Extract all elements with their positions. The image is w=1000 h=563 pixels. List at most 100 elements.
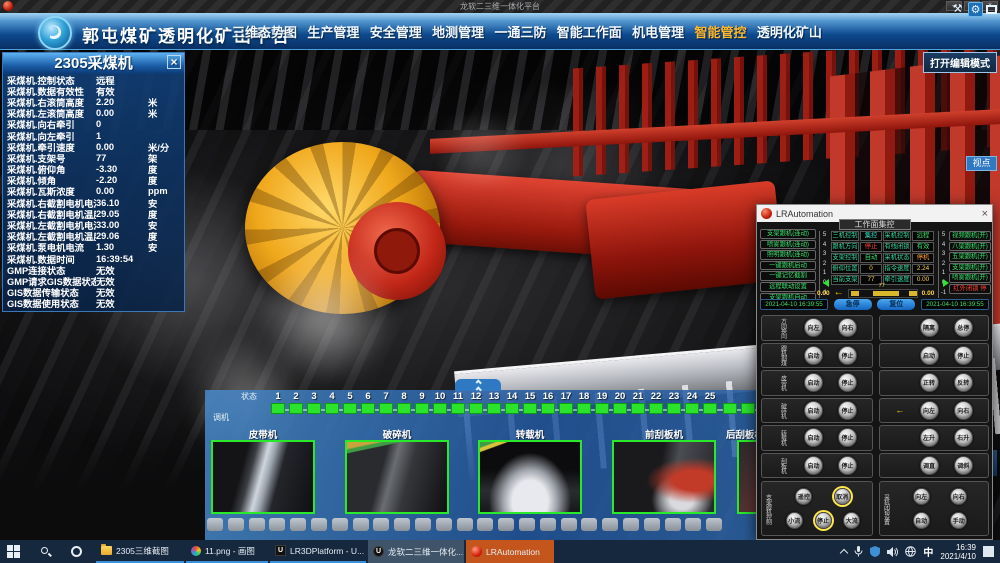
filmstrip-thumb[interactable] [706, 518, 722, 531]
network-globe-icon[interactable] [905, 546, 916, 557]
camera-thumbnail-transfer[interactable] [478, 440, 582, 514]
menu-item[interactable]: 智能管控 [695, 22, 747, 41]
camera-thumbnail-belt[interactable] [211, 440, 315, 514]
start-button[interactable] [2, 540, 25, 563]
mode-button[interactable]: 红外闭锁 停 [949, 284, 991, 294]
control-button[interactable]: 停止 [838, 456, 857, 475]
control-button[interactable]: 启动 [920, 346, 939, 365]
taskbar-item-longruan-platform[interactable]: U 龙软二三维一体化... [368, 540, 464, 563]
control-button[interactable]: 停止 [838, 401, 857, 420]
control-button[interactable]: 停止 [838, 373, 857, 392]
support-status-cell[interactable]: 23 [665, 391, 683, 414]
control-button[interactable]: 启动 [804, 373, 823, 392]
cortana-button[interactable] [66, 540, 87, 563]
support-status-cell[interactable]: 11 [449, 391, 467, 414]
control-button[interactable]: 正转 [920, 373, 939, 392]
control-button[interactable]: 向右 [954, 401, 973, 420]
control-button[interactable]: 右升 [954, 428, 973, 447]
control-button[interactable]: 小流 [786, 512, 803, 529]
control-button[interactable]: 启动 [804, 401, 823, 420]
reset-button[interactable]: 复位 [877, 299, 915, 310]
filmstrip-thumb[interactable] [394, 518, 410, 531]
filmstrip-thumb[interactable] [269, 518, 285, 531]
support-status-cell[interactable]: 15 [521, 391, 539, 414]
taskbar-item-screenshot-folder[interactable]: 2305三维截图 [96, 540, 184, 563]
mode-button[interactable]: 八架跟机(开) [949, 242, 991, 252]
filmstrip-thumb[interactable] [290, 518, 306, 531]
menu-item[interactable]: 机电管理 [632, 22, 684, 41]
control-button[interactable]: 停止 [954, 346, 973, 365]
filmstrip-thumb[interactable] [332, 518, 348, 531]
control-button[interactable]: 调直 [920, 456, 939, 475]
filmstrip-thumb[interactable] [373, 518, 389, 531]
filmstrip-thumb[interactable] [436, 518, 452, 531]
filmstrip-thumb[interactable] [623, 518, 639, 531]
support-status-cell[interactable]: 13 [485, 391, 503, 414]
mode-button[interactable]: 远程联动设置 [760, 282, 816, 292]
gear-icon[interactable]: ⚙ [968, 2, 983, 17]
control-button[interactable]: 调斜 [954, 456, 973, 475]
filmstrip-thumb[interactable] [353, 518, 369, 531]
filmstrip-thumb[interactable] [665, 518, 681, 531]
control-button[interactable]: 左升 [920, 428, 939, 447]
filmstrip-thumb[interactable] [207, 518, 223, 531]
menu-item[interactable]: 安全管理 [370, 22, 422, 41]
control-button[interactable]: 大流 [843, 512, 860, 529]
filmstrip-thumb[interactable] [228, 518, 244, 531]
menu-item[interactable]: 三维态势图 [232, 22, 297, 41]
mode-button[interactable]: 一键记忆截割 [760, 271, 816, 281]
menu-item[interactable]: 地测管理 [432, 22, 484, 41]
panel-close-icon[interactable]: × [167, 55, 181, 69]
taskbar-item-lrautomation[interactable]: LRAutomation [466, 540, 554, 563]
support-status-cell[interactable]: 4 [323, 391, 341, 414]
menu-item[interactable]: 一通三防 [494, 22, 546, 41]
control-button[interactable]: 停止 [838, 428, 857, 447]
hidden-icons-chevron-icon[interactable] [840, 549, 848, 557]
support-status-cell[interactable]: 7 [377, 391, 395, 414]
taskbar-clock[interactable]: 16:39 2021/4/10 [940, 543, 976, 561]
lrautomation-close-icon[interactable]: × [982, 208, 988, 220]
filmstrip-thumb[interactable] [249, 518, 265, 531]
support-status-cell[interactable]: 20 [611, 391, 629, 414]
mode-button[interactable]: 支架跟机(连动) [760, 229, 816, 239]
taskbar-item-lr3dplatform[interactable]: U LR3DPlatform - U... [270, 540, 366, 563]
mode-button[interactable]: 照明跟机(连动) [760, 250, 816, 260]
fullscreen-icon[interactable] [986, 5, 997, 14]
control-button-selected[interactable]: 取消 [834, 488, 851, 505]
filmstrip-thumb[interactable] [581, 518, 597, 531]
control-button[interactable]: 自动 [913, 512, 930, 529]
support-status-cell[interactable]: 21 [629, 391, 647, 414]
control-button[interactable]: 反转 [954, 373, 973, 392]
mode-button[interactable]: 支架跟机(开) [949, 263, 991, 273]
support-status-cell[interactable]: 6 [359, 391, 377, 414]
camera-thumbnail-front-scraper[interactable] [612, 440, 716, 514]
filmstrip-thumb[interactable] [561, 518, 577, 531]
mode-button[interactable]: 一键跟机启动 [760, 261, 816, 271]
volume-icon[interactable] [887, 547, 898, 557]
control-button[interactable]: 总停 [954, 318, 973, 337]
filmstrip-thumb[interactable] [457, 518, 473, 531]
support-status-cell[interactable]: 9 [413, 391, 431, 414]
filmstrip-thumb[interactable] [644, 518, 660, 531]
control-button[interactable]: 启动 [804, 456, 823, 475]
support-status-cell[interactable]: 10 [431, 391, 449, 414]
support-status-cell[interactable]: 24 [683, 391, 701, 414]
microphone-icon[interactable] [854, 546, 863, 557]
filmstrip-thumb[interactable] [477, 518, 493, 531]
control-button[interactable]: 遥控 [795, 488, 812, 505]
mode-button[interactable]: 视频跟机(开) [949, 231, 991, 241]
taskbar-item-paint[interactable]: 11.png - 画图 [186, 540, 268, 563]
support-status-cell[interactable]: 22 [647, 391, 665, 414]
menu-item[interactable]: 透明化矿山 [757, 22, 822, 41]
estop-button[interactable]: 急停 [834, 299, 872, 310]
filmstrip-thumb[interactable] [519, 518, 535, 531]
control-button[interactable]: 启动 [804, 346, 823, 365]
support-status-cell[interactable]: 17 [557, 391, 575, 414]
filmstrip-thumb[interactable] [602, 518, 618, 531]
control-button[interactable]: 向左 [913, 488, 930, 505]
control-button[interactable]: 向右 [838, 318, 857, 337]
filmstrip-thumb[interactable] [498, 518, 514, 531]
action-center-icon[interactable] [983, 546, 994, 557]
control-button[interactable]: 隔离 [920, 318, 939, 337]
support-status-cell[interactable]: 12 [467, 391, 485, 414]
